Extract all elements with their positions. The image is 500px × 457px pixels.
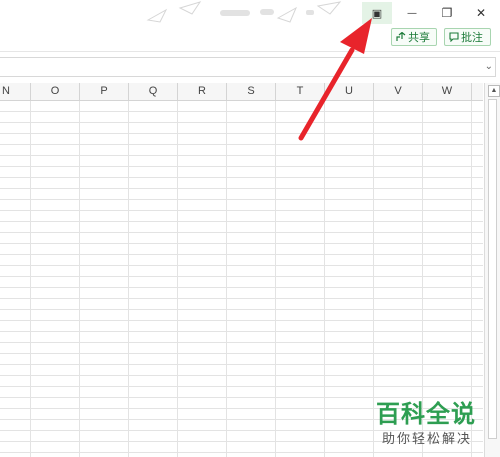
scrollbar-thumb[interactable] [488,99,497,439]
share-icon [396,32,406,41]
grid-column-line [128,101,129,457]
column-header-t[interactable]: T [276,83,325,100]
window-mode-button[interactable]: ▣ [362,2,392,24]
grid-column-line [30,101,31,457]
share-button[interactable]: 共享 [391,28,437,46]
share-label: 共享 [408,31,430,44]
column-header-o[interactable]: O [31,83,80,100]
grid-column-line [79,101,80,457]
close-icon: ✕ [475,6,487,20]
column-header-r[interactable]: R [178,83,227,100]
grid-column-line [177,101,178,457]
minimize-button[interactable]: — [397,2,427,24]
column-header-p[interactable]: P [80,83,129,100]
comment-label: 批注 [461,31,483,44]
column-header-s[interactable]: S [227,83,276,100]
minimize-icon: — [407,7,417,19]
chevron-down-icon[interactable]: ⌄ [485,61,493,72]
column-header-q[interactable]: Q [129,83,178,100]
grid-column-line [324,101,325,457]
column-header-w[interactable]: W [423,83,472,100]
restore-icon: ❐ [441,6,453,20]
comment-icon [449,32,459,42]
grid-column-line [275,101,276,457]
comment-button[interactable]: 批注 [444,28,491,46]
title-bar: ▣ — ❐ ✕ [0,0,500,26]
decorative-paper-plane-pattern [146,1,342,23]
column-header-v[interactable]: V [374,83,423,100]
window-mode-icon: ▣ [371,6,383,20]
watermark-title: 百科全说 [376,400,476,428]
column-header-n[interactable]: N [0,83,31,100]
watermark-logo: 百科全说 助你轻松解决 [368,392,490,450]
scroll-up-arrow-icon[interactable]: ▲ [488,85,500,97]
watermark-subtitle: 助你轻松解决 [382,432,473,447]
column-header-u[interactable]: U [325,83,374,100]
formula-bar[interactable]: ⌄ [0,57,496,77]
ribbon-bar: 共享 批注 [0,26,500,52]
restore-button[interactable]: ❐ [432,2,462,24]
column-headers: NOPQRSTUVW [0,83,483,101]
close-button[interactable]: ✕ [466,2,496,24]
grid-column-line [226,101,227,457]
